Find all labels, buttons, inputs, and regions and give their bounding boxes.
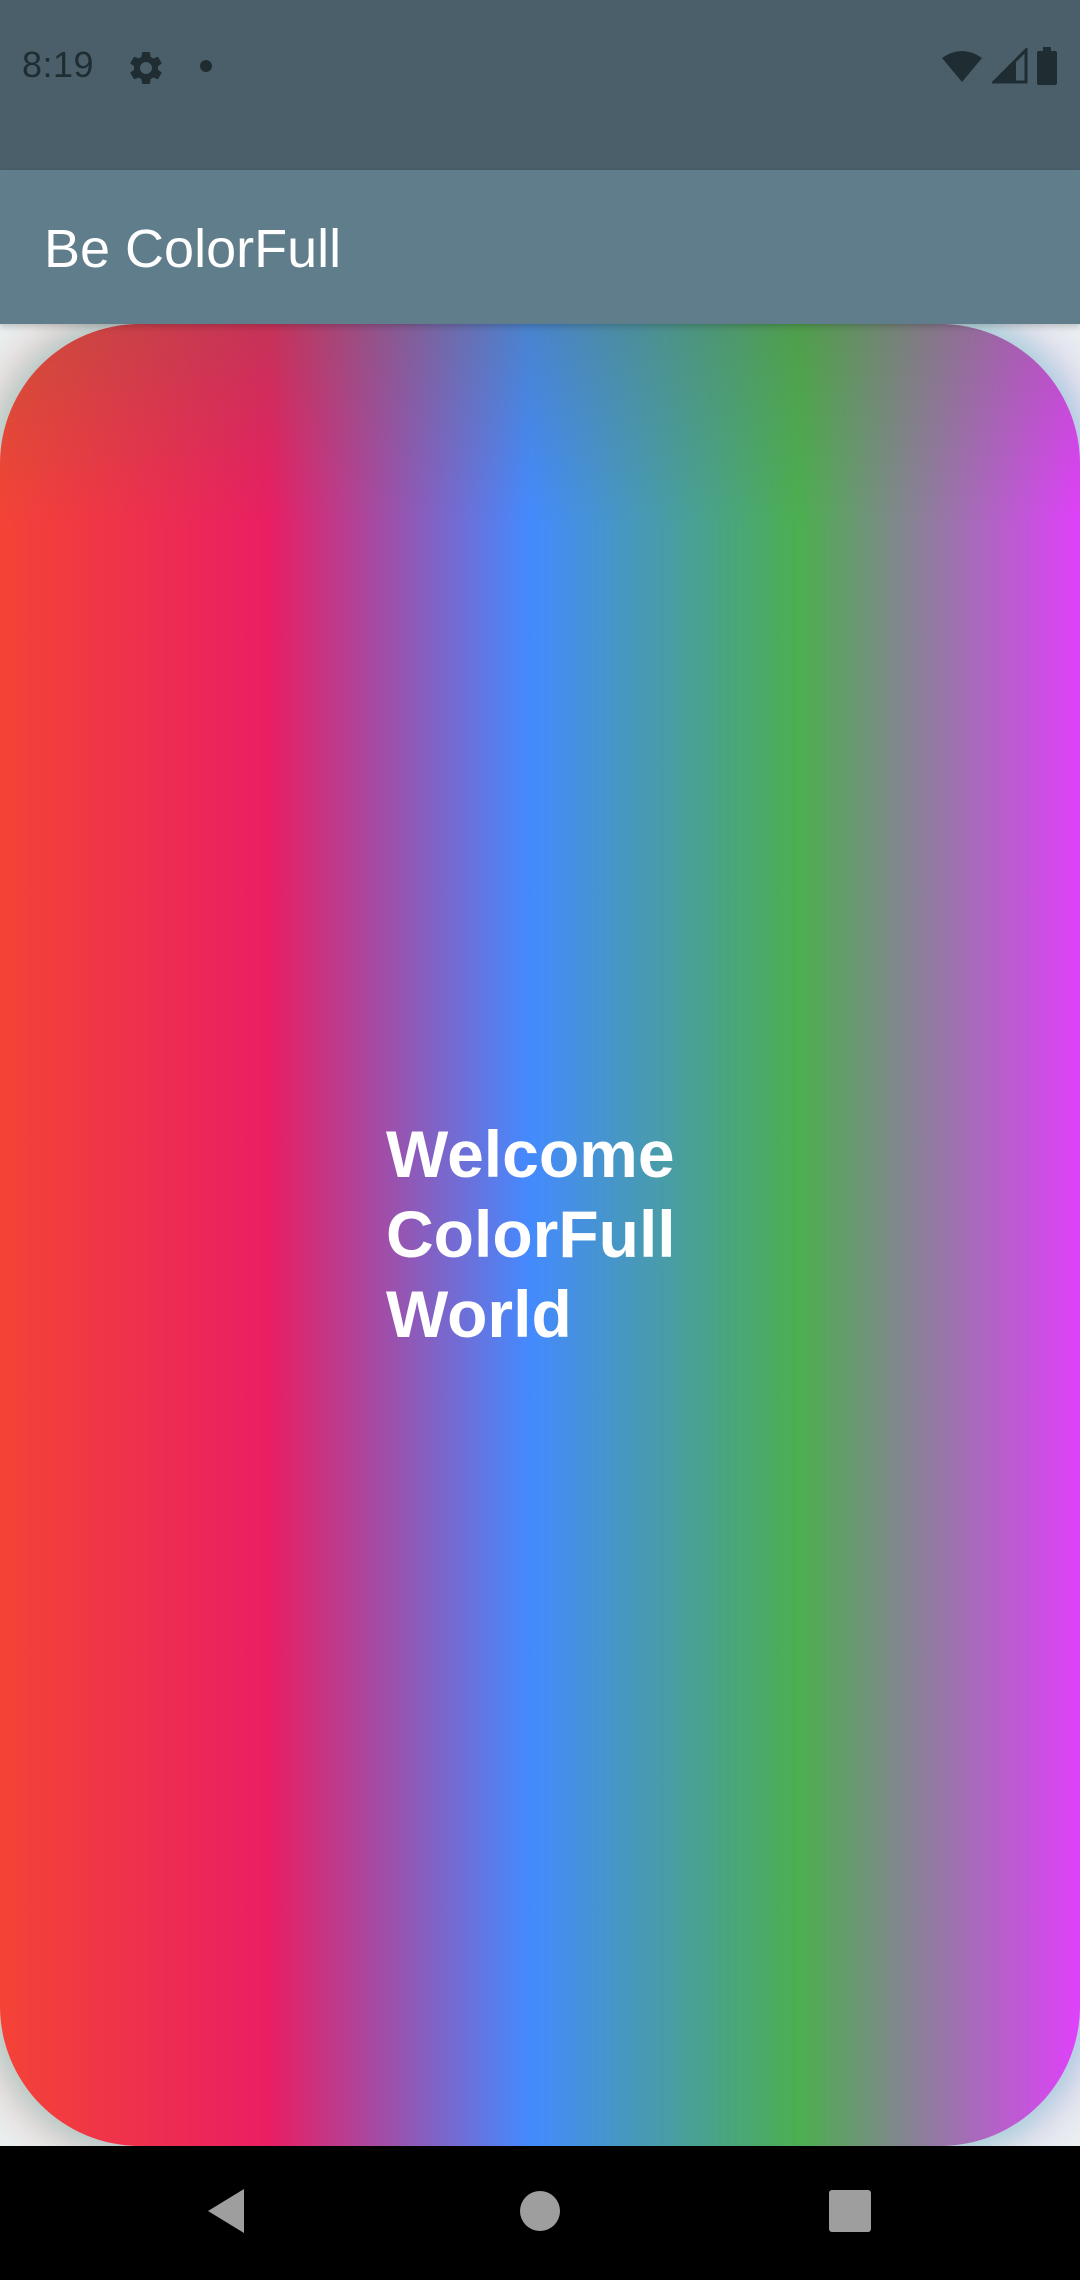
main-content: Welcome ColorFull World (0, 324, 1080, 2146)
navigation-bar (0, 2146, 1080, 2280)
welcome-line: Welcome (386, 1117, 675, 1191)
signal-icon (990, 45, 1028, 89)
card-top-shade (0, 324, 1080, 524)
wifi-icon (940, 48, 984, 89)
notification-dot-icon (200, 60, 212, 72)
status-bar: 8:19 (0, 0, 1080, 170)
settings-icon (126, 48, 166, 88)
recents-button[interactable] (790, 2146, 910, 2280)
home-icon (518, 2189, 562, 2238)
welcome-line: World (386, 1277, 572, 1351)
welcome-line: ColorFull (386, 1197, 676, 1271)
back-button[interactable] (166, 2146, 286, 2280)
app-title: Be ColorFull (44, 219, 342, 279)
status-time: 8:19 (22, 44, 95, 85)
welcome-message: Welcome ColorFull World (386, 1114, 676, 1354)
battery-icon (1036, 46, 1058, 90)
app-bar: Be ColorFull (0, 170, 1080, 324)
recents-icon (829, 2189, 871, 2237)
home-button[interactable] (480, 2146, 600, 2280)
back-icon (204, 2187, 248, 2240)
status-icons (940, 45, 1058, 90)
